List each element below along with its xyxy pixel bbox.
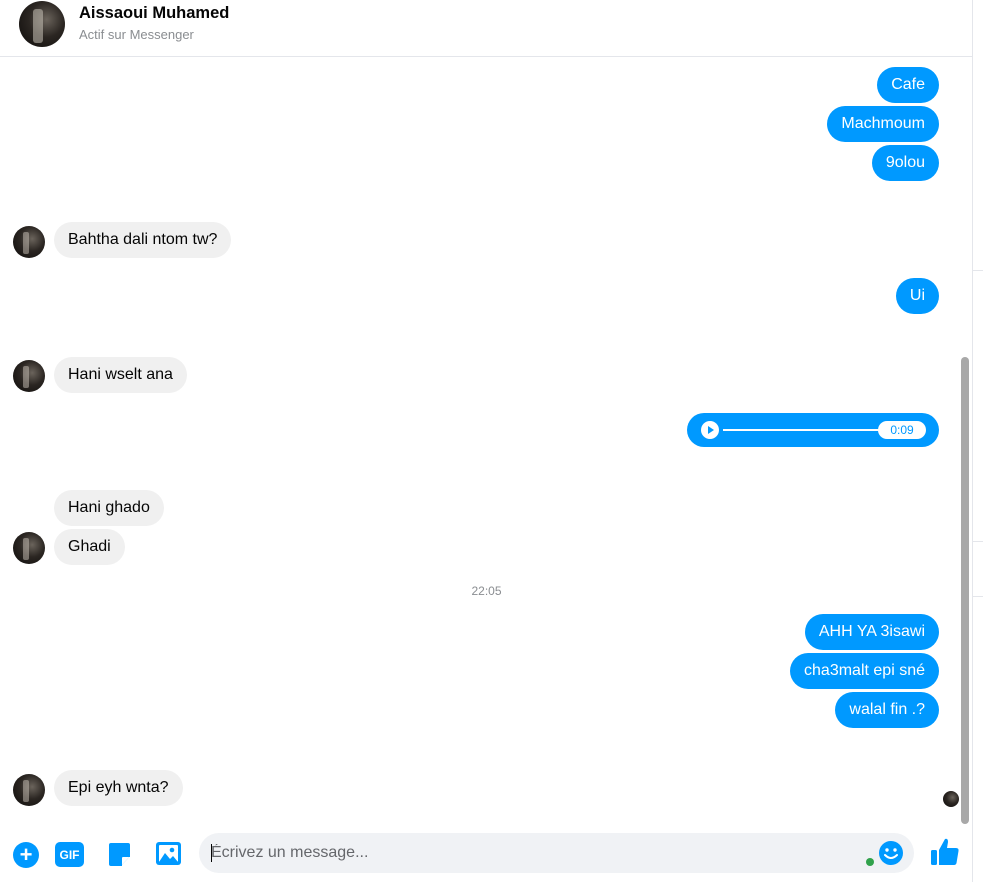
plus-icon[interactable]: + <box>13 842 39 868</box>
contact-avatar-small[interactable] <box>13 360 45 392</box>
contact-name[interactable]: Aissaoui Muhamed <box>79 4 229 23</box>
contact-avatar-small[interactable] <box>13 532 45 564</box>
sticker-icon[interactable] <box>106 841 133 868</box>
image-icon[interactable] <box>155 841 182 866</box>
incoming-message[interactable]: Bahtha dali ntom tw? <box>54 222 232 258</box>
online-indicator <box>866 858 874 866</box>
incoming-message[interactable]: Hani ghado <box>54 490 164 526</box>
incoming-message[interactable]: Epi eyh wnta? <box>54 770 183 806</box>
emoji-icon[interactable] <box>878 840 904 866</box>
gif-icon[interactable]: GIF <box>55 842 84 867</box>
message-input[interactable] <box>211 833 851 873</box>
text-caret <box>211 844 212 862</box>
contact-avatar[interactable] <box>19 1 65 47</box>
audio-progress-track[interactable] <box>723 429 883 431</box>
seen-indicator-avatar <box>943 791 959 807</box>
message-composer: + GIF <box>0 826 973 882</box>
outgoing-message[interactable]: walal fin .? <box>835 692 939 728</box>
message-timestamp: 22:05 <box>471 584 502 598</box>
side-divider <box>973 270 983 271</box>
play-icon[interactable] <box>701 421 719 439</box>
outgoing-message[interactable]: Ui <box>895 278 939 314</box>
incoming-message[interactable]: Ghadi <box>54 529 125 565</box>
outgoing-message[interactable]: AHH YA 3isawi <box>804 614 939 650</box>
outgoing-message[interactable]: Cafe <box>877 67 939 103</box>
thumbs-up-icon[interactable] <box>929 836 961 868</box>
message-input-wrapper <box>199 833 914 873</box>
contact-avatar-small[interactable] <box>13 226 45 258</box>
outgoing-message[interactable]: 9olou <box>871 145 939 181</box>
contact-avatar-small[interactable] <box>13 774 45 806</box>
audio-duration: 0:09 <box>878 421 926 439</box>
incoming-message[interactable]: Hani wselt ana <box>54 357 187 393</box>
contact-status: Actif sur Messenger <box>79 27 194 42</box>
side-divider <box>973 596 983 597</box>
messenger-window: Aissaoui Muhamed Actif sur Messenger Caf… <box>0 0 983 882</box>
outgoing-message[interactable]: Machmoum <box>827 106 939 142</box>
side-divider <box>973 541 983 542</box>
panel-divider <box>972 0 973 882</box>
conversation-header: Aissaoui Muhamed Actif sur Messenger <box>0 0 973 57</box>
outgoing-message[interactable]: cha3malt epi sné <box>790 653 939 689</box>
voice-message[interactable]: 0:09 <box>687 413 939 447</box>
